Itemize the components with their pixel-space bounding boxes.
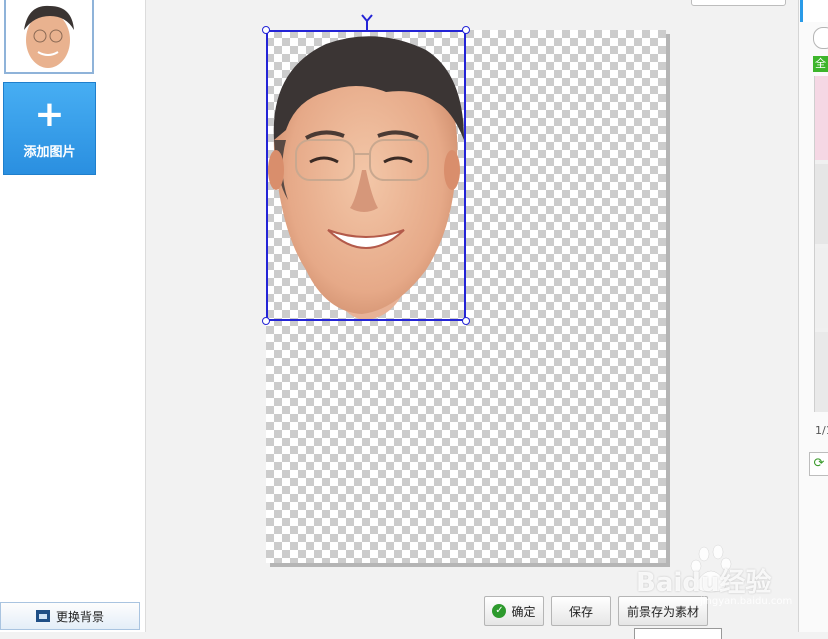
save-foreground-as-material-button[interactable]: 前景存为素材 bbox=[618, 596, 708, 626]
refresh-icon[interactable]: ⟳ bbox=[809, 452, 828, 476]
material-strip[interactable] bbox=[814, 76, 828, 412]
change-background-button[interactable]: 更换背景 bbox=[0, 602, 140, 630]
material-item[interactable] bbox=[815, 76, 828, 160]
watermark-text: Baidu经验 bbox=[636, 568, 772, 598]
right-panel-tab[interactable] bbox=[800, 0, 828, 22]
category-tag[interactable]: 全 bbox=[813, 56, 828, 72]
save-foreground-label: 前景存为素材 bbox=[626, 604, 699, 619]
confirm-button[interactable]: ✓ 确定 bbox=[484, 596, 544, 626]
bottom-partial-button[interactable] bbox=[634, 628, 722, 639]
change-background-icon bbox=[35, 610, 50, 622]
watermark-url: jingyan.baidu.com bbox=[700, 596, 793, 607]
change-background-label: 更换背景 bbox=[55, 609, 104, 624]
rotate-handle-icon[interactable] bbox=[361, 14, 373, 30]
top-toolbar-button[interactable] bbox=[691, 0, 786, 6]
save-label: 保存 bbox=[568, 604, 593, 619]
thumbnail-face-image bbox=[6, 0, 92, 72]
selection-box[interactable] bbox=[266, 30, 466, 321]
image-thumbnail[interactable] bbox=[4, 0, 94, 74]
resize-handle-bottom-right[interactable] bbox=[462, 317, 470, 325]
material-item[interactable] bbox=[815, 248, 828, 328]
confirm-label: 确定 bbox=[511, 604, 536, 619]
material-item[interactable] bbox=[815, 332, 828, 412]
add-image-label: 添加图片 bbox=[23, 145, 76, 160]
resize-handle-top-right[interactable] bbox=[462, 26, 470, 34]
add-image-button[interactable]: + 添加图片 bbox=[3, 82, 96, 175]
search-icon[interactable] bbox=[813, 27, 828, 49]
resize-handle-bottom-left[interactable] bbox=[262, 317, 270, 325]
page-indicator: 1/1 bbox=[815, 424, 828, 437]
check-icon: ✓ bbox=[492, 604, 507, 618]
left-panel: + 添加图片 更换背景 bbox=[0, 0, 146, 632]
plus-icon: + bbox=[34, 94, 65, 135]
resize-handle-top-left[interactable] bbox=[262, 26, 270, 34]
material-item[interactable] bbox=[815, 164, 828, 244]
save-button[interactable]: 保存 bbox=[551, 596, 611, 626]
